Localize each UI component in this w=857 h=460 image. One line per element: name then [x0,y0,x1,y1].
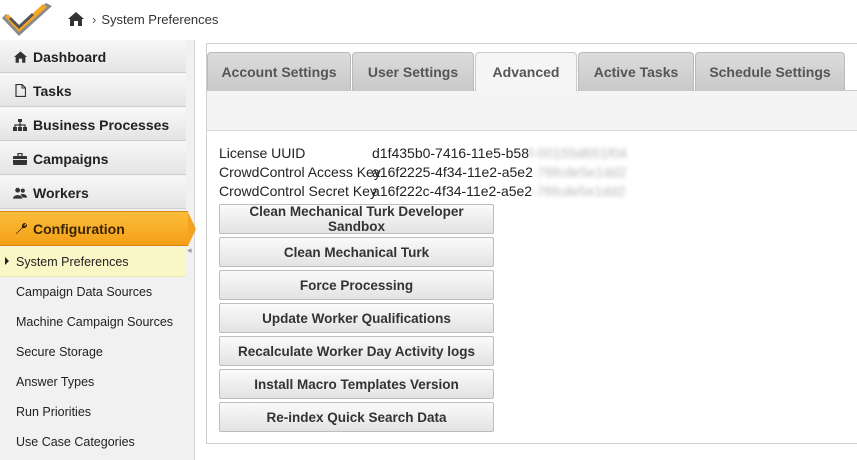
force-processing-button[interactable]: Force Processing [219,270,494,300]
tab-toolbar [207,90,857,131]
clean-mturk-sandbox-button[interactable]: Clean Mechanical Turk Developer Sandbox [219,204,494,234]
sidebar-item-label: Workers [33,184,89,201]
briefcase-icon [13,152,27,166]
recalculate-activity-logs-button[interactable]: Recalculate Worker Day Activity logs [219,336,494,366]
license-uuid-redacted: f-00155d651f04 [529,145,628,161]
chevron-right-icon: › [92,11,97,27]
top-bar: › System Preferences [0,0,857,38]
sidebar-section-label: Configuration [33,220,125,237]
sidebar-item-tasks[interactable]: Tasks [0,74,186,107]
sidebar: Dashboard Tasks Business Processes Campa… [0,40,196,460]
tab-account-settings[interactable]: Account Settings [207,52,351,90]
sidebar-item-label: Business Processes [33,116,170,133]
sidebar-subitem-system-preferences[interactable]: System Preferences [0,247,186,277]
sidebar-item-workers[interactable]: Workers [0,176,186,209]
update-worker-qualifications-button[interactable]: Update Worker Qualifications [219,303,494,333]
sidebar-subitem-campaign-data-sources[interactable]: Campaign Data Sources [0,277,186,307]
tab-label: Account Settings [221,63,337,80]
sidebar-subitem-use-case-categories[interactable]: Use Case Categories [0,427,186,457]
secret-key-visible: a16f222c-4f34-11e2-a5e2 [372,183,533,199]
tab-active-tasks[interactable]: Active Tasks [578,52,694,90]
settings-panel: Account Settings User Settings Advanced … [206,43,857,444]
sidebar-subitem-label: System Preferences [16,254,129,269]
license-uuid-value: d1f435b0-7416-11e5-b58f-00155d651f04 [372,145,627,161]
caret-right-icon [5,257,9,265]
clean-mturk-button[interactable]: Clean Mechanical Turk [219,237,494,267]
document-icon [13,84,27,98]
sidebar-subitem-label: Campaign Data Sources [16,285,153,299]
breadcrumb: › System Preferences [68,10,218,28]
sidebar-subitem-label: Machine Campaign Sources [16,315,174,329]
wrench-icon [15,222,29,236]
sidebar-item-configuration[interactable]: Configuration [0,211,196,246]
install-macro-templates-button[interactable]: Install Macro Templates Version [219,369,494,399]
secret-key-redacted: -76fcde5e1dd2 [532,183,626,199]
sidebar-collapse-handle[interactable]: ◂ [187,245,195,263]
home-icon [13,50,27,64]
license-uuid-visible: d1f435b0-7416-11e5-b58 [372,145,529,161]
tab-user-settings[interactable]: User Settings [352,52,474,90]
tab-advanced[interactable]: Advanced [475,52,577,91]
sitemap-icon [13,118,27,132]
sidebar-item-dashboard[interactable]: Dashboard [0,40,186,73]
tab-strip: Account Settings User Settings Advanced … [207,44,857,91]
access-key-value: a16f2225-4f34-11e2-a5e2-76fcde5e1dd2 [372,164,626,180]
app-logo[interactable] [2,0,54,38]
sidebar-item-label: Tasks [33,82,72,99]
secret-key-value: a16f222c-4f34-11e2-a5e2-76fcde5e1dd2 [372,183,626,199]
sidebar-subitem-label: Use Case Categories [16,435,135,449]
sidebar-subitem-secure-storage[interactable]: Secure Storage [0,337,186,367]
access-key-redacted: -76fcde5e1dd2 [532,164,627,180]
active-pointer [188,212,196,246]
tab-label: Advanced [492,64,560,80]
access-key-visible: a16f2225-4f34-11e2-a5e2 [372,164,533,180]
sidebar-subitem-machine-campaign-sources[interactable]: Machine Campaign Sources [0,307,186,337]
tab-label: Active Tasks [593,63,679,80]
license-uuid-label: License UUID [219,145,306,161]
tab-schedule-settings[interactable]: Schedule Settings [695,52,845,90]
sidebar-subitem-label: Answer Types [16,375,95,389]
sidebar-item-label: Campaigns [33,150,109,167]
tab-label: User Settings [367,63,459,80]
sidebar-subitem-label: Secure Storage [16,345,103,359]
reindex-search-button[interactable]: Re-index Quick Search Data [219,402,494,432]
tab-label: Schedule Settings [709,63,831,80]
sidebar-subitem-answer-types[interactable]: Answer Types [0,367,186,397]
secret-key-label: CrowdControl Secret Key [219,183,377,199]
users-icon [13,186,27,200]
sidebar-item-business-processes[interactable]: Business Processes [0,108,186,141]
breadcrumb-current: System Preferences [101,11,219,27]
home-icon[interactable] [68,12,84,26]
sidebar-item-campaigns[interactable]: Campaigns [0,142,186,175]
access-key-label: CrowdControl Access Key [219,164,381,180]
sidebar-item-label: Dashboard [33,48,107,65]
sidebar-subitem-label: Run Priorities [16,405,92,419]
sidebar-subitem-run-priorities[interactable]: Run Priorities [0,397,186,427]
